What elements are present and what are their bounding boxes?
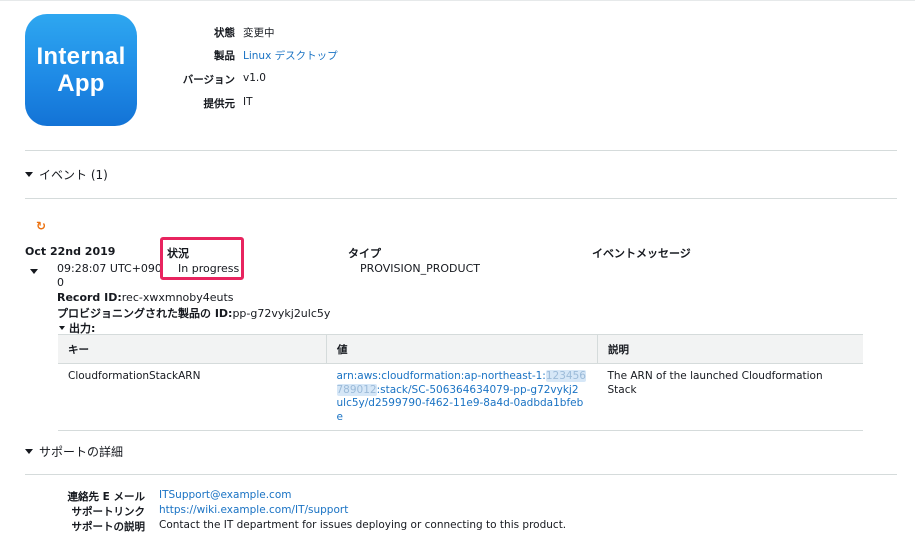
support-description-label: サポートの説明 (71, 521, 146, 533)
description-column-header: 説明 (597, 334, 863, 364)
event-type: PROVISION_PRODUCT (360, 262, 480, 275)
event-date: Oct 22nd 2019 (25, 245, 116, 258)
output-description: The ARN of the launched Cloudformation S… (597, 363, 863, 431)
support-section-title: サポートの詳細 (39, 445, 124, 459)
key-column-header: キー (58, 334, 327, 364)
message-column-header: イベントメッセージ (592, 247, 691, 260)
contact-email-link[interactable]: ITSupport@example.com (159, 489, 291, 501)
status-label: 状態 (214, 27, 235, 39)
support-description: Contact the IT department for issues dep… (159, 519, 567, 531)
table-row: CloudformationStackARN arn:aws:cloudform… (58, 363, 863, 431)
record-id-label: Record ID: (57, 291, 122, 304)
provisioned-id-label: プロビジョニングされた製品の ID: (57, 307, 233, 320)
value-column-header: 値 (326, 334, 598, 364)
output-value-line2: 789012:stack/SC-506364634079-pp-g72vykj2 (336, 383, 588, 398)
product-link[interactable]: Linux デスクトップ (243, 48, 338, 63)
product-label: 製品 (214, 50, 235, 62)
version-value: v1.0 (243, 72, 266, 84)
redacted-account-id-1: 123456 (545, 370, 586, 382)
app-icon: Internal App (25, 14, 137, 126)
status-highlight-box (160, 237, 244, 280)
event-expand-toggle[interactable] (30, 264, 38, 277)
caret-down-icon (25, 172, 33, 177)
provisioned-id-row: プロビジョニングされた製品の ID:pp-g72vykj2ulc5y (57, 305, 330, 321)
output-value-line1: arn:aws:cloudformation:ap-northeast-1:12… (337, 370, 588, 384)
support-link-label: サポートリンク (71, 506, 146, 518)
support-divider (25, 474, 897, 475)
events-section-title: イベント (1) (39, 168, 108, 182)
output-value-line3: ulc5y/d2599790-f462-11e9-8a4d-0adbda1bfe… (336, 397, 584, 409)
caret-down-icon (25, 449, 33, 454)
record-id-value: rec-xwxmnoby4euts (121, 291, 234, 304)
output-value-text2: :stack/SC-506364634079-pp-g72vykj2 (376, 383, 579, 396)
record-id-row: Record ID:rec-xwxmnoby4euts (57, 291, 234, 304)
events-section-toggle[interactable]: イベント (1) (25, 166, 108, 183)
app-icon-line2: App (57, 70, 105, 97)
provider-label: 提供元 (203, 98, 236, 110)
contact-email-label: 連絡先 E メール (67, 491, 145, 503)
outputs-table: キー 値 説明 CloudformationStackARN arn:aws:c… (58, 334, 863, 431)
event-time-line2: 0 (57, 276, 64, 289)
event-time-line1: 09:28:07 UTC+090 (57, 262, 162, 275)
type-column-header: タイプ (348, 247, 381, 260)
caret-down-icon (30, 269, 38, 274)
support-section-toggle[interactable]: サポートの詳細 (25, 443, 123, 460)
output-value-line4: e (336, 410, 343, 423)
support-link[interactable]: https://wiki.example.com/IT/support (159, 504, 348, 516)
status-value: 変更中 (243, 27, 275, 39)
output-key: CloudformationStackARN (58, 363, 327, 431)
version-label: バージョン (182, 74, 235, 86)
app-icon-line1: Internal (36, 43, 126, 70)
output-value-link[interactable]: arn:aws:cloudformation:ap-northeast-1:12… (326, 363, 598, 431)
section-divider (25, 150, 897, 151)
provider-value: IT (243, 96, 253, 108)
table-header-row: キー 値 説明 (58, 334, 863, 364)
output-value-text1: arn:aws:cloudformation:ap-northeast-1: (336, 370, 546, 382)
caret-down-icon (59, 326, 65, 330)
redacted-account-id-2: 789012 (336, 383, 377, 396)
top-divider (0, 0, 915, 1)
provisioned-id-value: pp-g72vykj2ulc5y (232, 307, 331, 320)
events-divider (25, 198, 897, 199)
refresh-icon[interactable]: ↻ (36, 219, 46, 233)
